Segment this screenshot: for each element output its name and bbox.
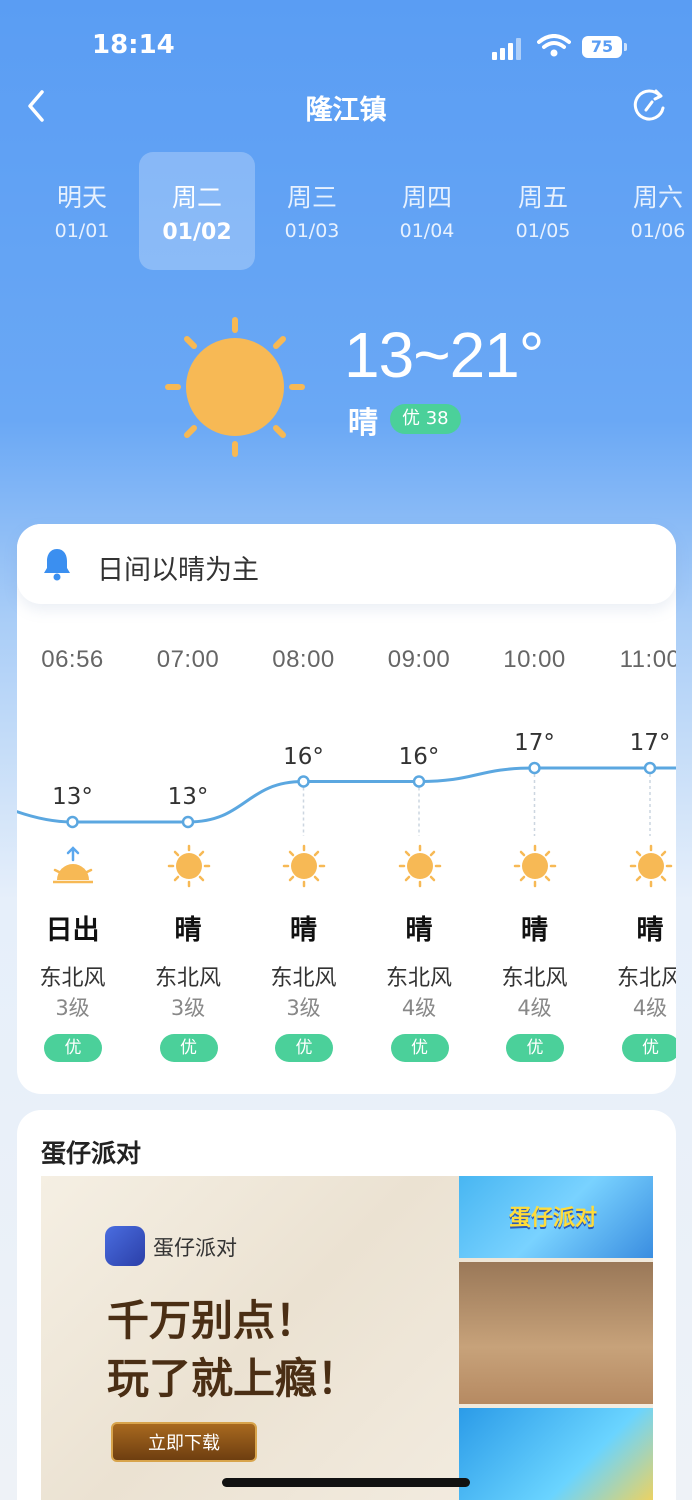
home-indicator — [222, 1478, 470, 1487]
ad-section-title: 蛋仔派对 — [41, 1139, 142, 1168]
daily-summary: 日间以晴为主 — [17, 524, 676, 604]
sun-icon — [629, 844, 672, 888]
day-name: 明天 — [56, 183, 107, 212]
hour-wind-level: 4级 — [632, 996, 668, 1020]
day-date: 01/03 — [284, 220, 340, 242]
sun-icon — [165, 317, 305, 457]
game-screenshot — [459, 1262, 653, 1404]
hour-time: 11:00 — [619, 646, 676, 673]
hour-time: 06:56 — [41, 646, 104, 673]
bell-icon — [44, 549, 70, 581]
wifi-icon — [537, 34, 571, 57]
hour-wind-level: 3级 — [286, 996, 321, 1020]
hour-condition: 晴 — [521, 915, 548, 946]
day-date: 01/06 — [630, 220, 686, 242]
day-name: 周三 — [286, 183, 337, 212]
ad-slogan-line: 玩了就上瘾！ — [107, 1354, 360, 1403]
day-name: 周二 — [171, 183, 222, 212]
sun-icon — [398, 844, 441, 888]
day-date: 01/05 — [515, 220, 571, 242]
day-name: 周四 — [401, 183, 452, 212]
sun-icon — [513, 844, 557, 888]
ad-card: 蛋仔派对 蛋仔派对 千万别点！ 玩了就上瘾！ 立即下载 蛋仔派对 — [17, 1110, 676, 1500]
hour-condition: 日出 — [45, 915, 100, 946]
hour-time: 07:00 — [156, 646, 220, 673]
cellular-signal-icon — [492, 38, 524, 60]
hour-time: 09:00 — [387, 646, 451, 673]
hour-aqi-badge: 优 — [275, 1034, 333, 1062]
ad-slogan: 千万别点！ 玩了就上瘾！ — [107, 1292, 359, 1408]
hour-condition: 晴 — [290, 915, 317, 946]
sunrise-icon — [53, 846, 93, 884]
hour-temperature: 13° — [167, 784, 209, 810]
day-tab-selected[interactable]: 周二 01/02 — [139, 152, 255, 270]
hour-aqi-badge: 优 — [44, 1034, 102, 1062]
day-date: 01/02 — [162, 220, 232, 245]
hour-aqi-badge: 优 — [390, 1034, 449, 1062]
day-tab[interactable]: 周五 01/05 — [485, 152, 601, 270]
hour-temperature: 16° — [398, 743, 440, 770]
hour-wind-direction: 东北风 — [270, 966, 337, 991]
aqi-badge[interactable]: 优 38 — [390, 404, 461, 434]
download-button[interactable]: 立即下载 — [111, 1422, 257, 1462]
hourly-forecast-card: 06:56 13° 日出东北风 3级优 07:00 13° 晴东北风 3级优 08:00 16° 晴… — [17, 524, 676, 1094]
hour-wind-level: 4级 — [401, 996, 437, 1020]
temperature-point — [412, 775, 426, 788]
ad-app-name: 蛋仔派对 — [153, 1236, 237, 1260]
sun-icon — [282, 844, 326, 888]
game-logo-text: 蛋仔派对 — [509, 1206, 598, 1231]
hour-aqi-badge: 优 — [506, 1034, 564, 1062]
day-tab[interactable]: 周四 01/04 — [369, 152, 485, 270]
game-screenshot: 蛋仔派对 — [459, 1176, 653, 1258]
hour-temperature: 17° — [629, 730, 671, 756]
day-tab[interactable]: 明天 01/01 — [24, 152, 140, 270]
hour-wind-direction: 东北风 — [39, 966, 106, 991]
hour-condition: 晴 — [636, 915, 664, 946]
hour-wind-direction: 东北风 — [501, 966, 568, 991]
hour-aqi-badge: 优 — [159, 1034, 218, 1062]
hour-wind-level: 3级 — [170, 996, 206, 1020]
hour-wind-level: 3级 — [55, 996, 90, 1020]
day-tab[interactable]: 周三 01/03 — [254, 152, 370, 270]
hour-temperature: 13° — [52, 784, 93, 810]
hour-wind-direction: 东北风 — [385, 966, 452, 991]
temperature-point — [181, 815, 195, 829]
hour-wind-level: 4级 — [517, 996, 552, 1020]
day-tab[interactable]: 周六 01/06 — [600, 152, 692, 270]
day-name: 周六 — [632, 183, 683, 212]
day-date: 01/01 — [54, 220, 110, 242]
hourly-list[interactable]: 06:56 13° 日出东北风 3级优 07:00 13° 晴东北风 3级优 08:00 16° 晴… — [17, 524, 676, 1094]
hour-aqi-badge: 优 — [621, 1034, 676, 1062]
temperature-point — [66, 815, 79, 829]
ad-slogan-line: 千万别点！ — [107, 1296, 318, 1345]
battery-indicator: 75 — [582, 36, 627, 58]
location-title[interactable]: 隆江镇 — [0, 88, 692, 127]
day-date: 01/04 — [399, 220, 455, 242]
game-screenshot — [459, 1408, 653, 1500]
nav-bar: 隆江镇 — [0, 82, 692, 132]
temperature-point — [297, 775, 310, 788]
hour-temperature: 16° — [283, 743, 324, 770]
hour-temperature: 17° — [514, 730, 555, 756]
status-bar: 18:14 75 — [0, 0, 692, 90]
summary-text: 日间以晴为主 — [97, 555, 259, 586]
hour-time: 08:00 — [272, 646, 335, 673]
sun-icon — [167, 844, 210, 888]
app-logo-icon — [105, 1226, 145, 1266]
hour-time: 10:00 — [503, 646, 566, 673]
temperature-point — [643, 761, 657, 775]
weather-condition: 晴 — [348, 406, 378, 441]
day-tabs: 明天 01/01 周二 01/02 周三 01/03 周四 01/04 周五 0… — [0, 152, 692, 272]
hour-condition: 晴 — [174, 915, 202, 946]
ad-banner[interactable]: 蛋仔派对 千万别点！ 玩了就上瘾！ 立即下载 蛋仔派对 — [41, 1176, 653, 1500]
temperature-point — [528, 761, 541, 775]
day-name: 周五 — [517, 183, 568, 212]
hour-condition: 晴 — [405, 915, 433, 946]
hour-wind-direction: 东北风 — [154, 966, 221, 991]
refresh-icon[interactable] — [632, 88, 668, 124]
hour-wind-direction: 东北风 — [616, 966, 676, 991]
clock: 18:14 — [92, 30, 175, 60]
temperature-range: 13~21° — [344, 319, 544, 391]
